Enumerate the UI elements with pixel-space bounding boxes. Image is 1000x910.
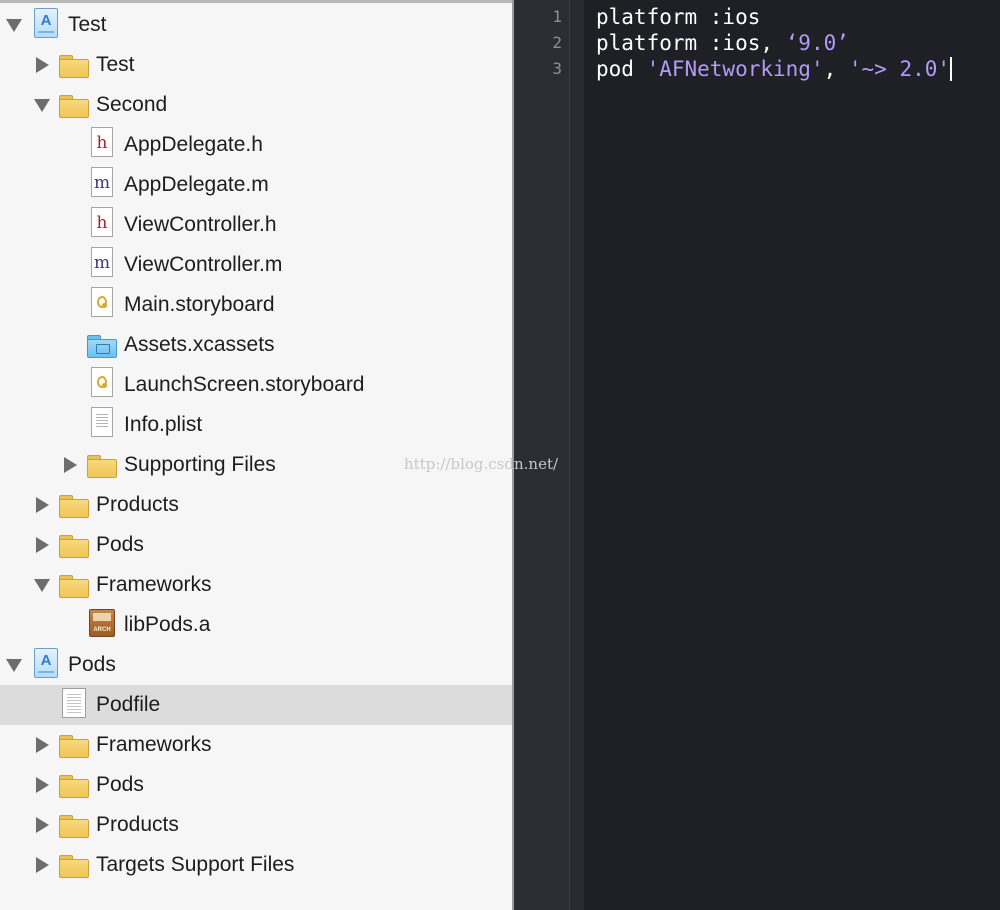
- nav-item-label: Targets Support Files: [96, 853, 295, 876]
- nav-row-info-plist[interactable]: Info.plist: [0, 405, 512, 445]
- disclosure-collapsed-icon[interactable]: [36, 777, 49, 793]
- disclosure-collapsed-icon[interactable]: [36, 737, 49, 753]
- nav-item-label: ViewController.m: [124, 253, 283, 276]
- code-line-1[interactable]: platform :ios: [596, 4, 760, 30]
- nav-row-appdelegate-m[interactable]: m AppDelegate.m: [0, 165, 512, 205]
- code-text: platform :ios: [596, 5, 761, 29]
- folder-icon: [59, 851, 89, 878]
- source-file-icon: m: [91, 167, 113, 197]
- nav-item-label: ViewController.h: [124, 213, 277, 236]
- code-text: ,: [823, 57, 849, 81]
- folder-icon: [59, 531, 89, 558]
- nav-row-main-storyboard[interactable]: Main.storyboard: [0, 285, 512, 325]
- string-literal: '~> 2.0': [848, 57, 951, 81]
- nav-item-label: Podfile: [96, 693, 161, 716]
- disclosure-expanded-icon[interactable]: [34, 579, 50, 592]
- storyboard-file-icon: [91, 367, 113, 397]
- nav-item-label: Second: [96, 93, 168, 116]
- nav-item-label: Frameworks: [96, 573, 212, 596]
- folder-icon: [59, 731, 89, 758]
- text-file-icon: [62, 688, 86, 718]
- disclosure-collapsed-icon[interactable]: [36, 537, 49, 553]
- nav-item-label: Info.plist: [124, 413, 203, 436]
- xcode-project-icon: A: [34, 648, 58, 678]
- asset-catalog-icon: [87, 331, 117, 358]
- nav-row-frameworks[interactable]: Frameworks: [0, 565, 512, 605]
- nav-item-label: Test: [68, 13, 107, 36]
- disclosure-expanded-icon[interactable]: [6, 659, 22, 672]
- line-number: 2: [552, 33, 562, 52]
- nav-row-launchscreen-storyboard[interactable]: LaunchScreen.storyboard: [0, 365, 512, 405]
- nav-item-label: Products: [96, 813, 179, 836]
- source-file-icon: m: [91, 247, 113, 277]
- nav-item-label: Assets.xcassets: [124, 333, 275, 356]
- folder-icon: [59, 51, 89, 78]
- nav-item-label: Pods: [96, 773, 144, 796]
- nav-item-label: Pods: [96, 533, 144, 556]
- folder-icon: [59, 571, 89, 598]
- disclosure-collapsed-icon[interactable]: [64, 457, 77, 473]
- nav-row-test-folder[interactable]: Test: [0, 45, 512, 85]
- line-number: 3: [552, 59, 562, 78]
- nav-item-label: Main.storyboard: [124, 293, 275, 316]
- plist-file-icon: [91, 407, 113, 437]
- nav-item-label: Pods: [68, 653, 116, 676]
- nav-row-targets-support-files[interactable]: Targets Support Files: [0, 845, 512, 885]
- text-cursor: [950, 57, 953, 81]
- folder-icon: [59, 491, 89, 518]
- source-editor[interactable]: 1 2 3 platform :ios platform :ios, ‘9.0’…: [514, 0, 1000, 910]
- nav-row-pods-project[interactable]: A Pods: [0, 645, 512, 685]
- disclosure-collapsed-icon[interactable]: [36, 857, 49, 873]
- nav-row-viewcontroller-m[interactable]: m ViewController.m: [0, 245, 512, 285]
- disclosure-collapsed-icon[interactable]: [36, 57, 49, 73]
- nav-item-label: AppDelegate.m: [124, 173, 269, 196]
- nav-row-frameworks-pods[interactable]: Frameworks: [0, 725, 512, 765]
- nav-item-label: Supporting Files: [124, 453, 276, 476]
- nav-item-label: AppDelegate.h: [124, 133, 263, 156]
- nav-item-label: Products: [96, 493, 179, 516]
- folder-icon: [87, 451, 117, 478]
- code-text: platform :ios,: [596, 31, 786, 55]
- watermark-text: http://blog.csdn.net/: [404, 455, 559, 473]
- string-literal: 'AFNetworking': [646, 57, 824, 81]
- nav-row-pods-folder[interactable]: Pods: [0, 525, 512, 565]
- nav-row-test-project[interactable]: A Test: [0, 5, 512, 45]
- nav-row-appdelegate-h[interactable]: h AppDelegate.h: [0, 125, 512, 165]
- nav-row-assets[interactable]: Assets.xcassets: [0, 325, 512, 365]
- disclosure-expanded-icon[interactable]: [6, 19, 22, 32]
- header-file-icon: h: [91, 207, 113, 237]
- line-number: 1: [552, 7, 562, 26]
- nav-row-viewcontroller-h[interactable]: h ViewController.h: [0, 205, 512, 245]
- nav-row-libpods[interactable]: ARCH libPods.a: [0, 605, 512, 645]
- header-file-icon: h: [91, 127, 113, 157]
- xcode-project-icon: A: [34, 8, 58, 38]
- nav-row-pods-subfolder[interactable]: Pods: [0, 765, 512, 805]
- code-text: pod: [596, 57, 647, 81]
- disclosure-expanded-icon[interactable]: [34, 99, 50, 112]
- static-library-icon: ARCH: [89, 609, 115, 637]
- nav-item-label: LaunchScreen.storyboard: [124, 373, 365, 396]
- folder-icon: [59, 771, 89, 798]
- code-line-2[interactable]: platform :ios, ‘9.0’: [596, 30, 849, 56]
- folder-icon: [59, 91, 89, 118]
- nav-row-products[interactable]: Products: [0, 485, 512, 525]
- nav-item-label: Frameworks: [96, 733, 212, 756]
- nav-row-second-folder[interactable]: Second: [0, 85, 512, 125]
- nav-row-products-pods[interactable]: Products: [0, 805, 512, 845]
- gutter-separator: [569, 0, 570, 910]
- folder-icon: [59, 811, 89, 838]
- nav-item-label: libPods.a: [124, 613, 211, 636]
- code-area[interactable]: [584, 0, 1000, 910]
- storyboard-file-icon: [91, 287, 113, 317]
- disclosure-collapsed-icon[interactable]: [36, 497, 49, 513]
- nav-item-label: Test: [96, 53, 135, 76]
- string-literal: ‘9.0’: [785, 31, 849, 55]
- code-line-3[interactable]: pod 'AFNetworking', '~> 2.0': [596, 56, 953, 82]
- nav-row-podfile[interactable]: Podfile: [0, 685, 512, 725]
- disclosure-collapsed-icon[interactable]: [36, 817, 49, 833]
